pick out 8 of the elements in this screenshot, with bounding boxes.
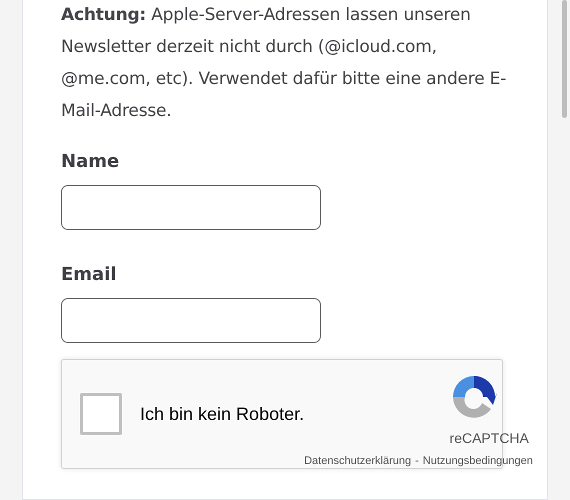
privacy-link[interactable]: Datenschutzerklärung xyxy=(304,453,412,470)
notice-text: Achtung: Apple-Server-Adressen lassen unseren Newsletter derzeit nicht durch (@icloud.com, @me.com, etc). Verwendet dafür bitte eine andere E-Mail-Adresse. xyxy=(61,4,508,123)
terms-link[interactable]: Nutzungsbedingungen xyxy=(422,453,533,470)
field-label: Email xyxy=(61,263,117,287)
captcha-label: Ich bin kein Roboter. xyxy=(140,402,304,426)
captcha-brand: reCAPTCHA xyxy=(450,429,529,448)
field-label: Name xyxy=(61,150,120,174)
link-separator: - xyxy=(415,454,419,469)
